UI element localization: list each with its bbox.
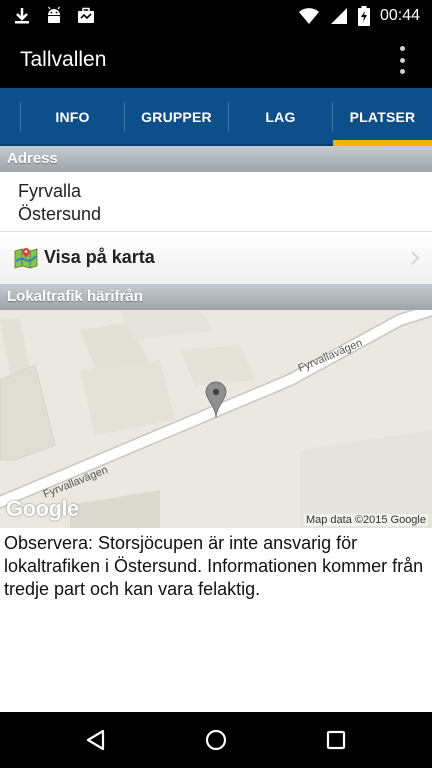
signal-icon [330, 8, 347, 24]
map-icon [14, 248, 38, 269]
status-time: 00:44 [379, 7, 420, 24]
map-view[interactable]: Fyrvallavägen Fyrvallavägen Google Map d… [0, 310, 432, 528]
google-logo: Google [6, 496, 79, 521]
home-icon[interactable] [202, 726, 230, 754]
navigation-bar [0, 712, 432, 768]
download-icon [15, 8, 29, 24]
tab-lag[interactable]: LAG [229, 88, 332, 146]
disclaimer-text: Observera: Storsjöcupen är inte ansvarig… [4, 533, 424, 599]
battery-charging-icon [357, 6, 370, 26]
show-on-map-row[interactable]: Visa på karta [0, 232, 432, 284]
chevron-right-icon [411, 251, 420, 265]
briefcase-icon [78, 7, 94, 23]
more-vertical-icon[interactable] [392, 46, 412, 74]
app-title: Tallvallen [20, 48, 107, 71]
map-credit: Map data ©2015 Google [303, 514, 428, 526]
android-icon [48, 6, 60, 23]
tab-platser[interactable]: PLATSER [333, 88, 432, 146]
tab-info[interactable]: INFO [21, 88, 124, 146]
action-bar: Tallvallen [0, 32, 432, 88]
traffic-section-header: Lokaltrafik härifrån [0, 284, 432, 310]
back-icon[interactable] [82, 726, 110, 754]
address-block: Fyrvalla Östersund [0, 172, 432, 232]
tab-previous[interactable] [0, 88, 20, 146]
recents-icon[interactable] [322, 726, 350, 754]
app-screen: 00:44 Tallvallen INFO GRUPPER LAG PLATSE… [0, 0, 432, 768]
status-bar: 00:44 [0, 0, 432, 32]
address-line-2: Östersund [18, 204, 102, 224]
show-on-map-label: Visa på karta [44, 247, 155, 267]
tab-bar: INFO GRUPPER LAG PLATSER [0, 88, 432, 146]
tab-grupper[interactable]: GRUPPER [125, 88, 228, 146]
address-section-header: Adress [0, 146, 432, 172]
address-line-1: Fyrvalla [18, 181, 82, 201]
wifi-icon [298, 8, 319, 24]
